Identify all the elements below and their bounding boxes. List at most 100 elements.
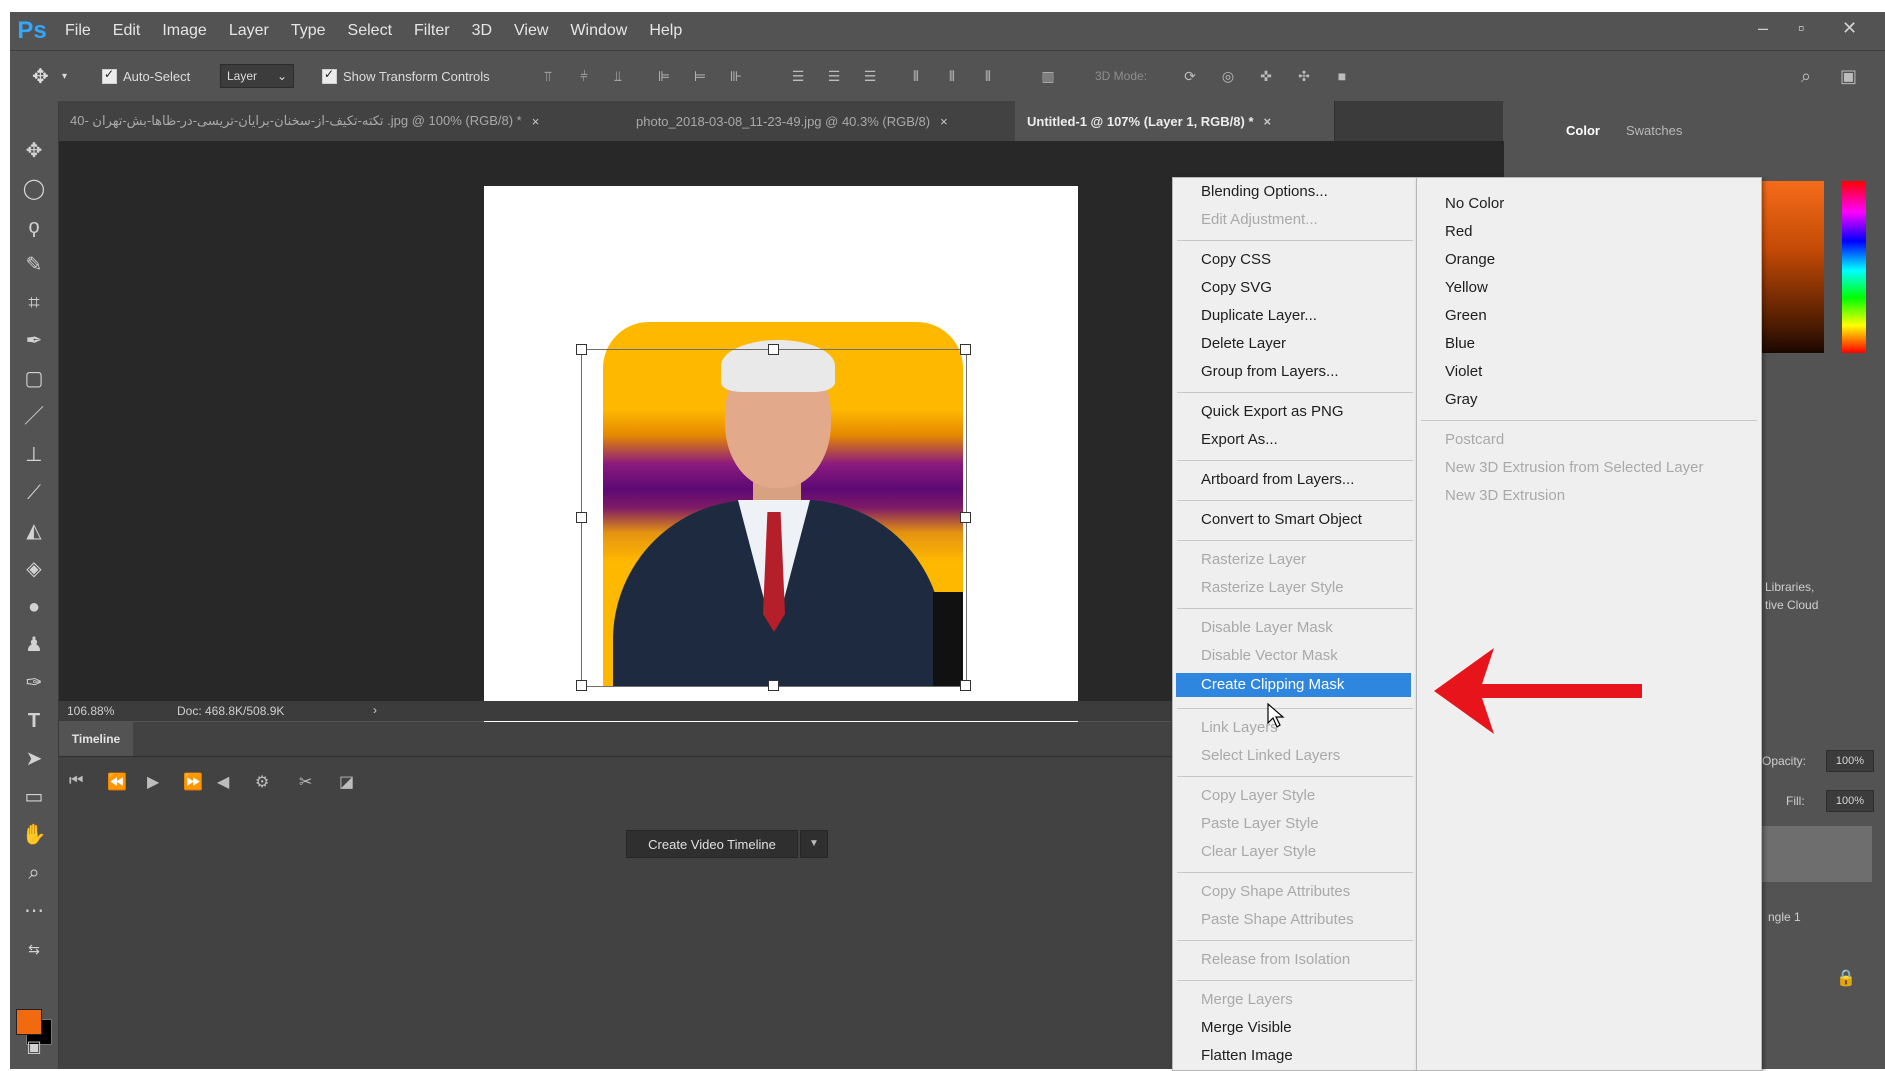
pen-tool-icon[interactable]: ✑ (10, 666, 58, 700)
menu-item-blending-options[interactable]: Blending Options... (1201, 180, 1328, 204)
play-icon[interactable]: ▶ (147, 772, 159, 792)
tab-document-1[interactable]: 40- تکته-تکیف-از-سخنان-برایان-تریسی-در-ظ… (58, 101, 648, 141)
first-frame-icon[interactable]: ⏮ (69, 772, 83, 790)
align-vertical-center-icon[interactable]: ⫩ (576, 67, 592, 85)
menu-view[interactable]: View (514, 22, 548, 40)
type-tool-icon[interactable]: T (10, 704, 58, 738)
lasso-tool-icon[interactable]: ϙ (10, 210, 58, 244)
menu-item-artboard-from-layers[interactable]: Artboard from Layers... (1201, 468, 1354, 492)
distribute-top-icon[interactable]: ☰ (790, 67, 806, 85)
menu-item-gray[interactable]: Gray (1445, 388, 1478, 412)
distribute-bottom-icon[interactable]: ☰ (862, 67, 878, 85)
close-window-button[interactable]: ✕ (1842, 18, 1857, 39)
transition-icon[interactable]: ◪ (339, 772, 354, 792)
menu-image[interactable]: Image (162, 22, 206, 40)
menu-item-flatten-image[interactable]: Flatten Image (1201, 1044, 1293, 1068)
search-icon[interactable]: ⌕ (1798, 67, 1814, 85)
tab-swatches[interactable]: Swatches (1626, 123, 1682, 138)
transform-handle[interactable] (576, 344, 587, 355)
3d-roll-icon[interactable]: ◎ (1220, 67, 1236, 85)
fill-field[interactable]: 100% (1826, 790, 1874, 812)
zoom-level[interactable]: 106.88% (67, 704, 114, 718)
menu-item-yellow[interactable]: Yellow (1445, 276, 1488, 300)
menu-item-green[interactable]: Green (1445, 304, 1487, 328)
workspace-icon[interactable]: ▣ (1840, 67, 1857, 85)
history-brush-tool-icon[interactable]: ⟋ (10, 476, 58, 510)
distribute-center-icon[interactable]: ☰ (826, 67, 842, 85)
3d-drag-icon[interactable]: ✜ (1258, 67, 1274, 85)
status-arrow-icon[interactable]: › (373, 703, 377, 717)
chevron-down-icon[interactable]: ▼ (800, 830, 828, 858)
menu-file[interactable]: File (65, 22, 91, 40)
close-icon[interactable]: × (532, 114, 540, 129)
hand-tool-icon[interactable]: ✋ (10, 818, 58, 852)
transform-handle[interactable] (768, 344, 779, 355)
menu-item-orange[interactable]: Orange (1445, 248, 1495, 272)
minimize-button[interactable]: – (1758, 18, 1768, 39)
menu-item-quick-export-png[interactable]: Quick Export as PNG (1201, 400, 1344, 424)
align-horizontal-center-icon[interactable]: ⊨ (692, 67, 708, 85)
align-bottom-icon[interactable]: ⫫ (610, 67, 626, 85)
transform-handle[interactable] (768, 680, 779, 691)
menu-item-copy-svg[interactable]: Copy SVG (1201, 276, 1272, 300)
menu-item-convert-smart-object[interactable]: Convert to Smart Object (1201, 508, 1362, 532)
menu-3d[interactable]: 3D (472, 22, 492, 40)
transform-handle[interactable] (960, 344, 971, 355)
eraser-tool-icon[interactable]: ◭ (10, 514, 58, 548)
rectangle-tool-icon[interactable]: ▭ (10, 780, 58, 814)
3d-rotate-icon[interactable]: ⟳ (1182, 67, 1198, 85)
next-frame-icon[interactable]: ⏩ (183, 772, 203, 792)
paint-bucket-tool-icon[interactable]: ◈ (10, 552, 58, 586)
menu-item-delete-layer[interactable]: Delete Layer (1201, 332, 1286, 356)
transform-handle[interactable] (960, 512, 971, 523)
tab-document-2[interactable]: photo_2018-03-08_11-23-49.jpg @ 40.3% (R… (624, 101, 1039, 141)
auto-align-icon[interactable]: ▥ (1040, 67, 1056, 85)
tool-preset-dropdown-icon[interactable]: ▾ (62, 51, 67, 101)
menu-item-blue[interactable]: Blue (1445, 332, 1475, 356)
menu-item-create-clipping-mask[interactable]: Create Clipping Mask (1176, 673, 1411, 697)
layer-name[interactable]: ngle 1 (1768, 910, 1801, 924)
menu-item-merge-visible[interactable]: Merge Visible (1201, 1016, 1292, 1040)
maximize-button[interactable]: ▫ (1798, 18, 1804, 39)
transform-handle[interactable] (576, 680, 587, 691)
menu-type[interactable]: Type (291, 22, 326, 40)
menu-item-duplicate-layer[interactable]: Duplicate Layer... (1201, 304, 1317, 328)
hue-slider[interactable] (1842, 181, 1866, 353)
transform-bounding-box[interactable] (581, 349, 967, 687)
opacity-field[interactable]: 100% (1826, 750, 1874, 772)
menu-item-export-as[interactable]: Export As... (1201, 428, 1278, 452)
close-icon[interactable]: × (940, 114, 948, 129)
auto-select-checkbox[interactable]: Auto-Select (102, 51, 190, 101)
menu-help[interactable]: Help (649, 22, 682, 40)
quick-mask-icon[interactable]: ▣ (10, 1031, 58, 1065)
3d-slide-icon[interactable]: ✣ (1296, 67, 1312, 85)
menu-filter[interactable]: Filter (414, 22, 450, 40)
swap-colors-icon[interactable]: ⇆ (10, 932, 58, 966)
show-transform-checkbox[interactable]: Show Transform Controls (322, 51, 490, 101)
align-right-icon[interactable]: ⊪ (728, 67, 744, 85)
tab-document-3-active[interactable]: Untitled-1 @ 107% (Layer 1, RGB/8) * × (1015, 101, 1335, 141)
menu-item-group-from-layers[interactable]: Group from Layers... (1201, 360, 1339, 384)
move-tool-icon[interactable]: ✥ (10, 134, 58, 168)
split-scissors-icon[interactable]: ✂ (299, 772, 312, 792)
create-video-timeline-button[interactable]: Create Video Timeline (626, 830, 798, 858)
distribute-right-icon[interactable]: ⫴ (980, 67, 996, 85)
tab-timeline[interactable]: Timeline (59, 722, 133, 756)
menu-layer[interactable]: Layer (229, 22, 269, 40)
marquee-tool-icon[interactable]: ◯ (10, 172, 58, 206)
3d-scale-icon[interactable]: ■ (1334, 67, 1350, 85)
more-tools-icon[interactable]: ⋯ (10, 894, 58, 928)
eyedropper-tool-icon[interactable]: ✒ (10, 324, 58, 358)
menu-window[interactable]: Window (570, 22, 627, 40)
distribute-hcenter-icon[interactable]: ⫴ (944, 67, 960, 85)
menu-item-red[interactable]: Red (1445, 220, 1473, 244)
foreground-color-swatch[interactable] (16, 1009, 42, 1035)
blur-tool-icon[interactable]: ● (10, 590, 58, 624)
menu-item-copy-css[interactable]: Copy CSS (1201, 248, 1271, 272)
audio-icon[interactable]: ◀ (217, 772, 229, 792)
move-tool-icon[interactable]: ✥ (32, 51, 49, 101)
auto-select-target-dropdown[interactable]: Layer ⌄ (220, 51, 294, 101)
transform-handle[interactable] (960, 680, 971, 691)
align-top-icon[interactable]: ⫪ (540, 67, 556, 85)
crop-tool-icon[interactable]: ⌗ (10, 286, 58, 320)
